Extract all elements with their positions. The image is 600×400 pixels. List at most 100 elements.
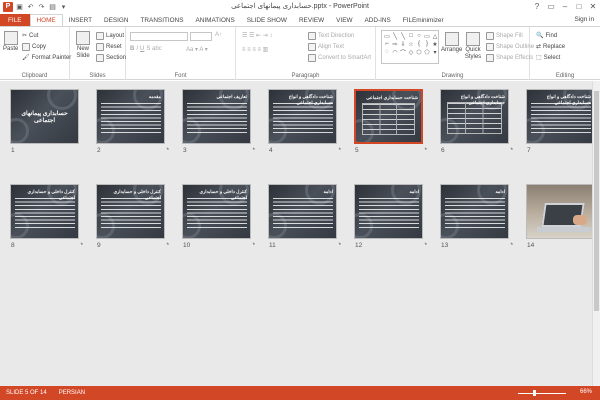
section-button[interactable]: Section xyxy=(96,54,126,62)
star-shape-icon[interactable]: ★ xyxy=(431,40,439,48)
tab-home[interactable]: HOME xyxy=(29,14,63,26)
new-slide-button[interactable]: New Slide xyxy=(73,31,93,60)
slide-thumbnail-4[interactable]: شناخت دادگاهی و انواع حسابداری اجتماعی 4 * xyxy=(268,89,341,159)
sign-in-link[interactable]: Sign in xyxy=(574,16,594,23)
shape-outline-button[interactable]: Shape Outline xyxy=(486,43,534,51)
shape-fill-button[interactable]: Shape Fill xyxy=(486,32,523,40)
tab-slide-show[interactable]: SLIDE SHOW xyxy=(241,14,293,26)
animation-star-icon[interactable]: * xyxy=(424,242,427,249)
tab-review[interactable]: REVIEW xyxy=(293,14,330,26)
convert-smartart-button[interactable]: Convert to SmartArt xyxy=(308,54,371,62)
slide-thumbnail-5[interactable]: شناخت حسابداری اجتماعی 5 * xyxy=(354,89,427,159)
shapes-gallery[interactable]: ▭ ╲ ╲ □ ○ ▭ △ ⌐ ⇨ ⇩ ☆{} ★ ◌ ◠ ⌒ ◇ ⬡ ⬠ ▾ xyxy=(381,30,439,64)
font-color-icon[interactable]: Aa ▾ A ▾ xyxy=(186,46,208,53)
animation-star-icon[interactable]: * xyxy=(338,242,341,249)
animation-star-icon[interactable]: * xyxy=(252,242,255,249)
font-size-combo[interactable] xyxy=(190,32,212,41)
slide-thumbnail-9[interactable]: کنترل داخلی و حسابداری اجتماعی 9 * xyxy=(96,184,169,254)
cut-button[interactable]: ✂ Cut xyxy=(22,32,38,40)
slide-thumbnail-7[interactable]: شناخت دادگاهی و انواع حسابداری اجتماعی7* xyxy=(526,89,599,159)
maximize-button[interactable]: □ xyxy=(572,0,586,12)
reset-button[interactable]: Reset xyxy=(96,43,122,51)
tab-transitions[interactable]: TRANSITIONS xyxy=(135,14,190,26)
find-button[interactable]: 🔍 Find xyxy=(536,32,557,40)
customize-icon[interactable]: ▾ xyxy=(59,2,68,11)
save-icon[interactable]: ▣ xyxy=(15,2,24,11)
tab-view[interactable]: VIEW xyxy=(330,14,358,26)
animation-star-icon[interactable]: * xyxy=(510,147,513,154)
arc-shape-icon[interactable]: ◠ xyxy=(391,48,399,56)
tab-fileminimizer[interactable]: FILEminimizer xyxy=(397,14,450,26)
tab-animations[interactable]: ANIMATIONS xyxy=(190,14,241,26)
tab-design[interactable]: DESIGN xyxy=(98,14,135,26)
star-shape-icon[interactable]: ☆ xyxy=(407,40,415,48)
slide-thumbnail-1[interactable]: حسابداری پیمانهای اجتماعی 1 xyxy=(10,89,79,159)
animation-star-icon[interactable]: * xyxy=(252,147,255,154)
line-shape-icon[interactable]: ╲ xyxy=(399,32,407,40)
layout-button[interactable]: Layout xyxy=(96,32,124,40)
tab-add-ins[interactable]: ADD-INS xyxy=(359,14,397,26)
redo-icon[interactable]: ↷ xyxy=(37,2,46,11)
line-shape-icon[interactable]: ╲ xyxy=(391,32,399,40)
bullets-icon[interactable]: ☰ ☰ ⇤ ⇥ ↕ xyxy=(242,32,272,39)
pentagon-shape-icon[interactable]: ⬠ xyxy=(423,48,431,56)
slide-thumbnail-13[interactable]: ادامه 13 * xyxy=(440,184,513,254)
minimize-button[interactable]: – xyxy=(558,0,572,12)
tab-file[interactable]: FILE xyxy=(0,14,30,26)
rectangle-shape-icon[interactable]: □ xyxy=(407,32,415,40)
font-name-combo[interactable] xyxy=(130,32,188,41)
select-button[interactable]: ⬚ Select xyxy=(536,54,560,62)
callout-shape-icon[interactable]: ◌ xyxy=(383,48,391,56)
help-button[interactable]: ? xyxy=(530,0,544,12)
replace-button[interactable]: ⇄ Replace xyxy=(536,43,565,51)
rectangle-shape-icon[interactable]: ▭ xyxy=(423,32,431,40)
brace-shape-icon[interactable]: } xyxy=(423,40,431,48)
arrange-button[interactable]: Arrange xyxy=(441,32,462,53)
quick-styles-button[interactable]: Quick Styles xyxy=(462,32,484,61)
slide-thumbnail-8[interactable]: کنترل داخلی و حسابداری اجتماعی 8 * xyxy=(10,184,83,254)
triangle-shape-icon[interactable]: △ xyxy=(431,32,439,40)
scrollbar-thumb[interactable] xyxy=(594,91,599,311)
line-shape-icon[interactable]: ⌒ xyxy=(399,48,407,57)
paste-button[interactable]: Paste xyxy=(3,31,18,52)
diamond-shape-icon[interactable]: ◇ xyxy=(407,48,415,56)
animation-star-icon[interactable]: * xyxy=(80,242,83,249)
slide-thumbnail-10[interactable]: کنترل داخلی و حسابداری اجتماعی 10 * xyxy=(182,184,255,254)
animation-star-icon[interactable]: * xyxy=(166,147,169,154)
animation-star-icon[interactable]: * xyxy=(510,242,513,249)
zoom-slider[interactable] xyxy=(512,390,572,396)
hexagon-shape-icon[interactable]: ⬡ xyxy=(415,48,423,56)
zoom-thumb[interactable] xyxy=(532,390,536,396)
slide-count-status[interactable]: SLIDE 5 OF 14 xyxy=(0,390,53,396)
animation-star-icon[interactable]: * xyxy=(166,242,169,249)
vertical-scrollbar[interactable] xyxy=(592,81,600,386)
oval-shape-icon[interactable]: ○ xyxy=(415,32,423,40)
brace-shape-icon[interactable]: { xyxy=(415,40,423,48)
present-icon[interactable]: ▤ xyxy=(48,2,57,11)
slide-thumbnail-12[interactable]: ادامه 12 * xyxy=(354,184,427,254)
shape-effects-button[interactable]: Shape Effects xyxy=(486,54,533,62)
slide-thumbnail-6[interactable]: شناخت دادگاهی و انواع حسابداری اجتماعی 6 * xyxy=(440,89,513,159)
powerpoint-app-icon[interactable]: P xyxy=(3,1,13,12)
grow-font-icon[interactable]: A↑ xyxy=(215,32,222,38)
slide-thumbnail-2[interactable]: مقدمه 2 * xyxy=(96,89,169,159)
slide-thumbnail-3[interactable]: تعاریف اجتماعی 3 * xyxy=(182,89,255,159)
animation-star-icon[interactable]: * xyxy=(338,147,341,154)
animation-star-icon[interactable]: * xyxy=(424,147,427,154)
format-painter-button[interactable]: 🖌 Format Painter xyxy=(22,54,71,62)
more-shapes-icon[interactable]: ▾ xyxy=(431,48,439,56)
slide-thumbnail-14[interactable]: 14 xyxy=(526,184,595,254)
copy-button[interactable]: Copy xyxy=(22,43,46,51)
slide-sorter-pane[interactable]: حسابداری پیمانهای اجتماعی 1 مقدمه 2 * تعاریف … xyxy=(0,81,600,386)
language-status[interactable]: PERSIAN xyxy=(53,390,91,396)
bold-icon[interactable]: B I U S abc xyxy=(130,46,162,52)
undo-icon[interactable]: ↶ xyxy=(26,2,35,11)
arrow-shape-icon[interactable]: ⇨ xyxy=(391,40,399,48)
ribbon-display-button[interactable]: ▭ xyxy=(544,0,558,12)
zoom-percent[interactable]: 66% xyxy=(580,389,592,395)
align-text-button[interactable]: Align Text xyxy=(308,43,344,51)
close-button[interactable]: ✕ xyxy=(586,0,600,12)
textbox-shape-icon[interactable]: ▭ xyxy=(383,32,391,40)
line-shape-icon[interactable]: ⌐ xyxy=(383,40,391,48)
align-icon[interactable]: ≡ ≡ ≡ ≡ ▥ xyxy=(242,46,268,53)
